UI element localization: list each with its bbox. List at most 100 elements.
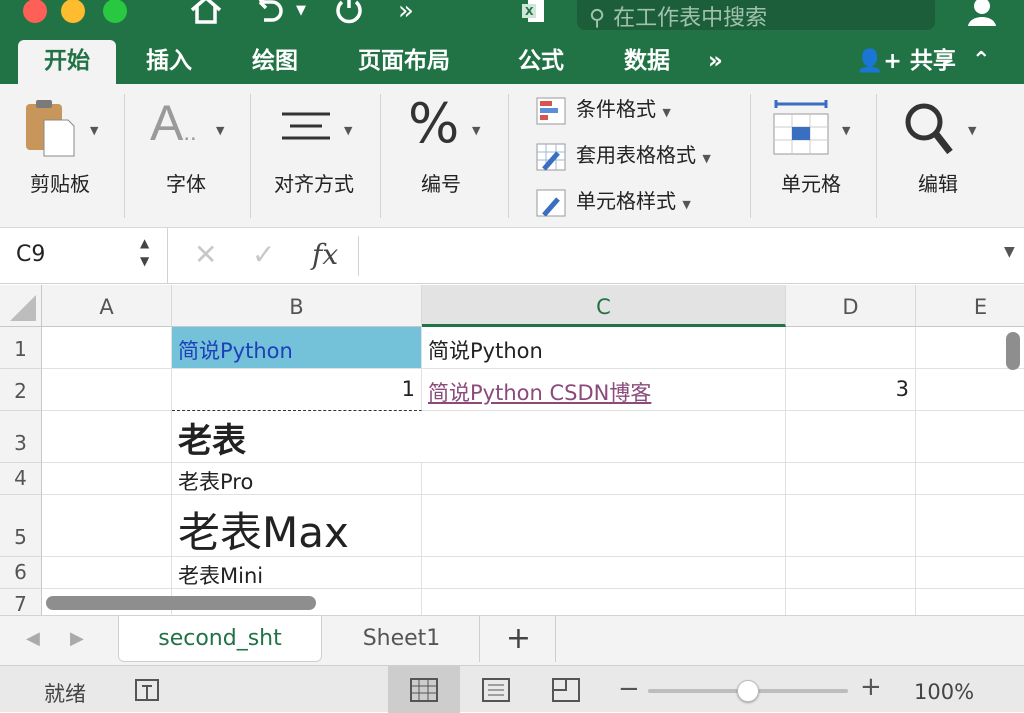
row-header-7[interactable]: 7 (0, 589, 42, 615)
horizontal-scrollbar[interactable] (46, 596, 316, 610)
row-header-1[interactable]: 1 (0, 327, 42, 369)
cell-c7[interactable] (422, 589, 786, 615)
next-sheet-icon[interactable]: ▶ (70, 628, 84, 649)
cell-e7[interactable] (916, 589, 1024, 615)
editing-group[interactable]: ▼ 编辑 (890, 84, 986, 228)
confirm-formula-icon[interactable]: ✓ (252, 238, 275, 271)
cell-a4[interactable] (42, 463, 172, 495)
zoom-slider-thumb[interactable] (737, 680, 759, 702)
cell-b3[interactable]: 老表 (172, 411, 786, 463)
more-commands-icon[interactable]: » (398, 0, 414, 24)
conditional-format-button[interactable]: 条件格式 ▼ (536, 92, 671, 126)
name-box[interactable]: C9 ▲ ▼ (0, 228, 168, 284)
cell-b2[interactable]: 1 (172, 369, 422, 411)
select-all-corner[interactable] (0, 285, 42, 327)
cell-e5[interactable] (916, 495, 1024, 557)
account-icon[interactable] (966, 0, 1002, 28)
add-sheet-button[interactable]: + (482, 616, 556, 662)
clipboard-group[interactable]: ▼ 剪贴板 (14, 84, 106, 228)
cancel-formula-icon[interactable]: ✕ (194, 238, 217, 271)
cell-c1[interactable]: 简说Python (422, 327, 786, 369)
editing-dropdown-icon: ▼ (968, 124, 977, 137)
cell-e2[interactable] (916, 369, 1024, 411)
number-group[interactable]: % ▼ 编号 (396, 84, 486, 228)
cell-a3[interactable] (42, 411, 172, 463)
vertical-scrollbar[interactable] (1006, 332, 1020, 370)
worksheet-grid[interactable]: A B C D E 1 2 3 4 5 6 7 简说Python 简说Pytho… (0, 285, 1024, 615)
column-header-c[interactable]: C (422, 285, 786, 327)
cell-a1[interactable] (42, 327, 172, 369)
minimize-window-button[interactable] (61, 0, 85, 23)
ribbon-divider (380, 94, 381, 218)
cell-c4[interactable] (422, 463, 786, 495)
cells-group[interactable]: ▼ 单元格 (764, 84, 858, 228)
name-box-stepper-icon[interactable]: ▲ ▼ (140, 234, 149, 270)
tab-page-layout[interactable]: 页面布局 (358, 40, 450, 84)
cell-d3[interactable] (786, 411, 916, 463)
cell-a5[interactable] (42, 495, 172, 557)
font-icon: A.. (150, 95, 197, 151)
cell-a6[interactable] (42, 557, 172, 589)
cell-d4[interactable] (786, 463, 916, 495)
zoom-in-icon[interactable]: + (860, 672, 882, 702)
column-header-e[interactable]: E (916, 285, 1024, 327)
redo-icon[interactable] (334, 0, 364, 26)
font-group[interactable]: A.. ▼ 字体 (140, 84, 232, 228)
row-header-5[interactable]: 5 (0, 495, 42, 557)
cell-c5[interactable] (422, 495, 786, 557)
cell-b6[interactable]: 老表Mini (172, 557, 422, 589)
undo-dropdown-icon[interactable]: ▼ (296, 4, 306, 17)
macro-record-icon[interactable] (132, 676, 164, 704)
collapse-ribbon-button[interactable]: ⌃ (972, 40, 990, 84)
undo-icon[interactable] (252, 0, 286, 24)
cell-e6[interactable] (916, 557, 1024, 589)
expand-formula-bar-icon[interactable]: ▼ (1004, 244, 1015, 260)
page-break-view-icon[interactable] (552, 678, 580, 702)
tab-home[interactable]: 开始 (18, 40, 116, 84)
close-window-button[interactable] (23, 0, 47, 23)
share-button[interactable]: 👤+ 共享 (856, 40, 956, 84)
cell-d1[interactable] (786, 327, 916, 369)
column-header-b[interactable]: B (172, 285, 422, 327)
add-person-icon: 👤+ (856, 49, 902, 74)
cell-a2[interactable] (42, 369, 172, 411)
home-icon[interactable] (190, 0, 222, 24)
search-sheet-input[interactable]: ⚲ 在工作表中搜索 (577, 0, 935, 31)
cell-styles-button[interactable]: 单元格样式 ▼ (536, 184, 691, 218)
formula-input[interactable] (358, 236, 988, 276)
cell-c2-hyperlink[interactable]: 简说Python CSDN博客 (422, 369, 786, 411)
cell-c6[interactable] (422, 557, 786, 589)
cell-b5[interactable]: 老表Max (172, 495, 422, 557)
cell-d7[interactable] (786, 589, 916, 615)
cell-b1[interactable]: 简说Python (172, 327, 422, 369)
tab-formulas[interactable]: 公式 (518, 40, 564, 84)
row-header-6[interactable]: 6 (0, 557, 42, 589)
cell-d6[interactable] (786, 557, 916, 589)
row-header-2[interactable]: 2 (0, 369, 42, 411)
cell-d2[interactable]: 3 (786, 369, 916, 411)
column-header-a[interactable]: A (42, 285, 172, 327)
tab-data[interactable]: 数据 (624, 40, 670, 84)
zoom-slider[interactable] (648, 680, 848, 702)
cell-b4[interactable]: 老表Pro (172, 463, 422, 495)
alignment-group[interactable]: ▼ 对齐方式 (262, 84, 366, 228)
zoom-window-button[interactable] (103, 0, 127, 23)
cell-d5[interactable] (786, 495, 916, 557)
normal-view-button[interactable] (388, 666, 460, 713)
insert-function-icon[interactable]: fx (312, 238, 338, 271)
page-layout-view-icon[interactable] (482, 678, 510, 702)
tab-insert[interactable]: 插入 (146, 40, 192, 84)
cell-e4[interactable] (916, 463, 1024, 495)
sheet-tab-sheet1[interactable]: Sheet1 (324, 616, 480, 662)
row-header-3[interactable]: 3 (0, 411, 42, 463)
row-header-4[interactable]: 4 (0, 463, 42, 495)
prev-sheet-icon[interactable]: ◀ (26, 628, 40, 649)
format-as-table-button[interactable]: 套用表格格式 ▼ (536, 138, 711, 172)
zoom-out-icon[interactable]: − (618, 674, 640, 704)
tab-more[interactable]: » (708, 40, 723, 84)
column-header-d[interactable]: D (786, 285, 916, 327)
sheet-tab-second-sht[interactable]: second_sht (118, 616, 322, 662)
tab-draw[interactable]: 绘图 (252, 40, 298, 84)
cell-e3[interactable] (916, 411, 1024, 463)
zoom-level[interactable]: 100% (914, 680, 974, 704)
